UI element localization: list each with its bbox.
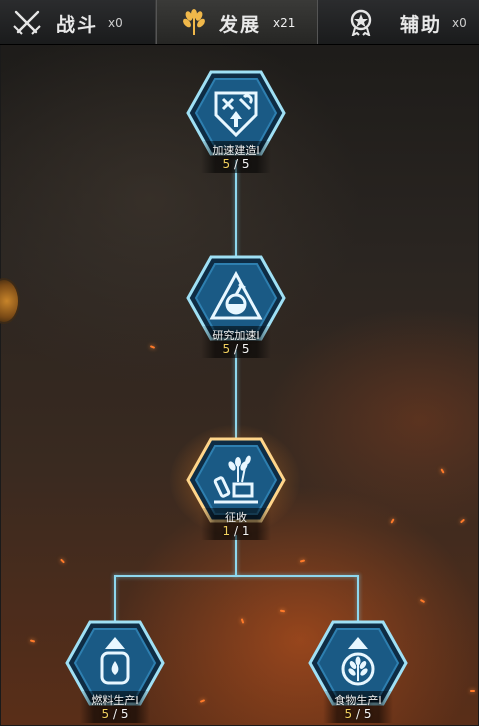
tab-combat-label: 战斗 — [56, 14, 99, 36]
connector-line — [114, 575, 359, 577]
wheat-icon — [183, 9, 205, 35]
progress-separator: / — [355, 707, 364, 721]
progress-max: 5 — [241, 157, 250, 171]
connector-line — [114, 575, 116, 625]
progress-current: 1 — [222, 524, 231, 538]
skill-node-progress: 5 / 5 — [308, 707, 408, 721]
connector-line — [235, 535, 237, 577]
tab-development-label: 发展 — [219, 14, 262, 36]
progress-max: 1 — [241, 524, 250, 538]
skill-node-food-production[interactable]: 食物生产I 5 / 5 — [308, 620, 408, 723]
skill-node-progress: 5 / 5 — [65, 707, 165, 721]
tab-combat[interactable]: 战斗 x0 — [0, 0, 156, 44]
progress-current: 5 — [222, 157, 231, 171]
skill-node-speed-build[interactable]: 加速建造I 5 / 5 — [186, 70, 286, 173]
tab-development-count: x21 — [273, 16, 296, 30]
connector-line — [235, 160, 237, 260]
tools-upgrade-icon — [214, 91, 258, 138]
skill-node-label: 研究加速I — [212, 329, 260, 342]
skill-node-research-speed[interactable]: 研究加速I 5 / 5 — [186, 255, 286, 358]
side-panel-handle[interactable] — [0, 278, 20, 324]
flask-icon — [209, 270, 263, 320]
skill-node-label: 加速建造I — [212, 144, 260, 157]
harvest-icon — [213, 455, 258, 504]
progress-current: 5 — [344, 707, 353, 721]
skill-node-label: 征收 — [225, 511, 247, 524]
tab-support-label: 辅助 — [400, 14, 443, 36]
medal-icon — [350, 9, 372, 36]
skill-node-fuel-production[interactable]: 燃料生产I 5 / 5 — [65, 620, 165, 723]
tab-support[interactable]: 辅助 x0 — [318, 0, 479, 44]
crossed-swords-icon — [13, 10, 41, 35]
tab-development[interactable]: 发展 x21 — [156, 0, 318, 44]
progress-separator: / — [112, 707, 121, 721]
skill-node-progress: 1 / 1 — [186, 524, 286, 538]
progress-current: 5 — [222, 342, 231, 356]
progress-separator: / — [233, 342, 242, 356]
tab-combat-count: x0 — [108, 16, 123, 30]
progress-max: 5 — [241, 342, 250, 356]
skill-node-progress: 5 / 5 — [186, 342, 286, 356]
skill-node-progress: 5 / 5 — [186, 157, 286, 171]
connector-line — [357, 575, 359, 625]
skill-node-label: 燃料生产I — [91, 694, 139, 707]
progress-current: 5 — [101, 707, 110, 721]
tab-support-count: x0 — [452, 16, 467, 30]
progress-max: 5 — [363, 707, 372, 721]
category-tab-bar: 战斗 x0 发展 x21 辅助 x0 — [0, 0, 479, 45]
wheat-icon — [341, 637, 375, 686]
skill-node-label: 食物生产I — [334, 694, 382, 707]
progress-separator: / — [233, 157, 242, 171]
fuel-barrel-icon — [100, 637, 130, 685]
skill-node-levy[interactable]: 征收 1 / 1 — [186, 437, 286, 540]
progress-max: 5 — [120, 707, 129, 721]
progress-separator: / — [233, 524, 242, 538]
